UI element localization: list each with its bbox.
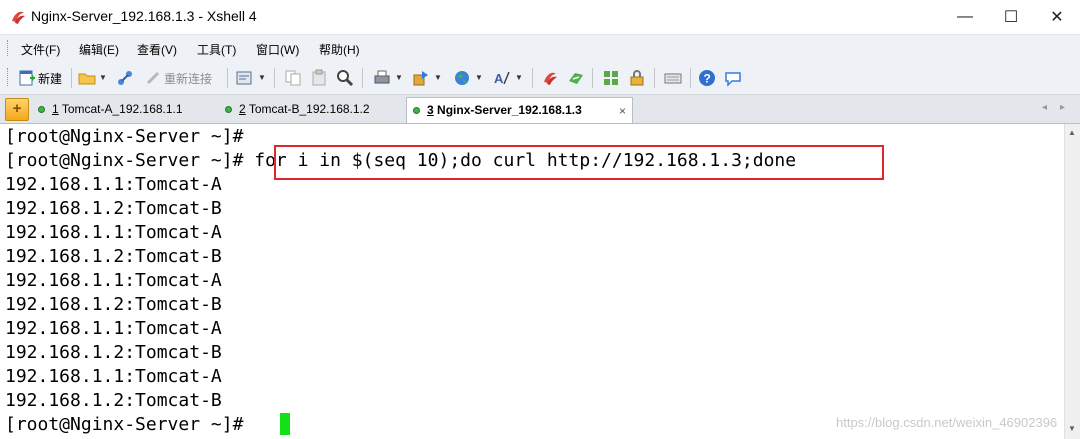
terminal-line: 192.168.1.1:Tomcat-A [5,222,222,243]
toolbar-separator [274,68,275,88]
tab-tomcat-a[interactable]: 1 Tomcat-A_192.168.1.1 [32,97,210,122]
terminal-line: 192.168.1.2:Tomcat-B [5,342,222,363]
menu-tools[interactable]: 工具(T) [197,41,236,58]
font-dropdown-arrow[interactable]: ▼ [515,73,523,82]
maximize-button[interactable]: ☐ [988,0,1034,34]
font-icon[interactable]: A [493,69,511,87]
reconnect-icon[interactable] [144,69,162,87]
tab-close-icon[interactable]: × [619,104,626,118]
globe-dropdown-arrow[interactable]: ▼ [475,73,483,82]
open-dropdown-arrow[interactable]: ▼ [99,73,107,82]
add-session-button[interactable]: + [5,98,29,121]
help-icon[interactable]: ? [698,69,716,87]
terminal-line: 192.168.1.2:Tomcat-B [5,390,222,411]
terminal-line: [root@Nginx-Server ~]# [5,126,244,147]
properties-dropdown-arrow[interactable]: ▼ [258,73,266,82]
toolbar-separator [592,68,593,88]
menu-view[interactable]: 查看(V) [137,41,177,58]
watermark: https://blog.csdn.net/weixin_46902396 [836,415,1058,430]
paste-icon[interactable] [310,69,328,87]
terminal-line: 192.168.1.1:Tomcat-A [5,366,222,387]
terminal-line: 192.168.1.1:Tomcat-A [5,270,222,291]
connection-status-icon [413,107,420,114]
toolbar-separator [227,68,228,88]
terminal-cursor [280,413,290,435]
xshell-icon[interactable] [541,69,559,87]
terminal-line: 192.168.1.1:Tomcat-A [5,174,222,195]
terminal-line: 192.168.1.1:Tomcat-A [5,318,222,339]
connect-icon[interactable] [116,69,134,87]
globe-icon[interactable] [453,69,471,87]
menu-file[interactable]: 文件(F) [21,41,60,58]
tab-nginx-server[interactable]: 3 Nginx-Server_192.168.1.3 × [406,97,633,123]
find-icon[interactable] [336,69,354,87]
open-folder-icon[interactable] [78,69,96,87]
tab-label: 2 Tomcat-B_192.168.1.2 [239,102,370,116]
menu-grip [7,40,11,56]
command-highlight-box [274,145,884,180]
print-dropdown-arrow[interactable]: ▼ [395,73,403,82]
copy-icon[interactable] [284,69,302,87]
terminal-line: 192.168.1.2:Tomcat-B [5,246,222,267]
toolbar-separator [654,68,655,88]
print-icon[interactable] [373,69,391,87]
transfer-icon[interactable] [412,69,430,87]
tab-label: 3 Nginx-Server_192.168.1.3 [427,103,582,117]
transfer-dropdown-arrow[interactable]: ▼ [434,73,442,82]
xftp-icon[interactable] [567,69,585,87]
lock-icon[interactable] [628,69,646,87]
chat-icon[interactable] [724,69,742,87]
menu-window[interactable]: 窗口(W) [256,41,299,58]
menu-bar: 文件(F) 编辑(E) 查看(V) 工具(T) 窗口(W) 帮助(H) [0,34,1080,61]
toolbar: 新建 ▼ 重新连接 ▼ ▼ ▼ ▼ A ▼ ? [0,60,1080,95]
new-button-label[interactable]: 新建 [38,70,62,87]
tab-tomcat-b[interactable]: 2 Tomcat-B_192.168.1.2 [219,97,399,122]
connection-status-icon [38,106,45,113]
toolbar-separator [690,68,691,88]
tab-scroll-right-icon[interactable]: ▸ [1060,102,1065,113]
toolbar-separator [71,68,72,88]
session-tab-bar: + 1 Tomcat-A_192.168.1.1 2 Tomcat-B_192.… [0,95,1080,124]
tab-scroll-left-icon[interactable]: ◂ [1042,102,1047,113]
properties-icon[interactable] [235,69,253,87]
connection-status-icon [225,106,232,113]
menu-edit[interactable]: 编辑(E) [79,41,119,58]
terminal-line: 192.168.1.2:Tomcat-B [5,198,222,219]
close-button[interactable]: ✕ [1034,0,1080,34]
title-bar: Nginx-Server_192.168.1.3 - Xshell 4 — ☐ … [0,0,1080,34]
terminal-line: 192.168.1.2:Tomcat-B [5,294,222,315]
terminal-scrollbar[interactable]: ▲ ▼ [1064,124,1080,439]
layout-icon[interactable] [602,69,620,87]
toolbar-grip [7,68,11,86]
svg-text:?: ? [704,72,711,86]
xshell-app-icon [12,11,25,24]
minimize-button[interactable]: — [942,0,988,34]
menu-help[interactable]: 帮助(H) [319,41,360,58]
scroll-up-icon[interactable]: ▲ [1068,128,1076,137]
new-session-icon[interactable] [18,69,36,87]
window-title: Nginx-Server_192.168.1.3 - Xshell 4 [31,8,257,24]
scroll-down-icon[interactable]: ▼ [1068,424,1076,433]
toolbar-separator [362,68,363,88]
reconnect-button-label[interactable]: 重新连接 [164,70,212,87]
tab-label: 1 Tomcat-A_192.168.1.1 [52,102,183,116]
keyboard-icon[interactable] [664,69,682,87]
toolbar-separator [532,68,533,88]
svg-text:A: A [494,71,504,86]
terminal-line: [root@Nginx-Server ~]# [5,414,255,435]
